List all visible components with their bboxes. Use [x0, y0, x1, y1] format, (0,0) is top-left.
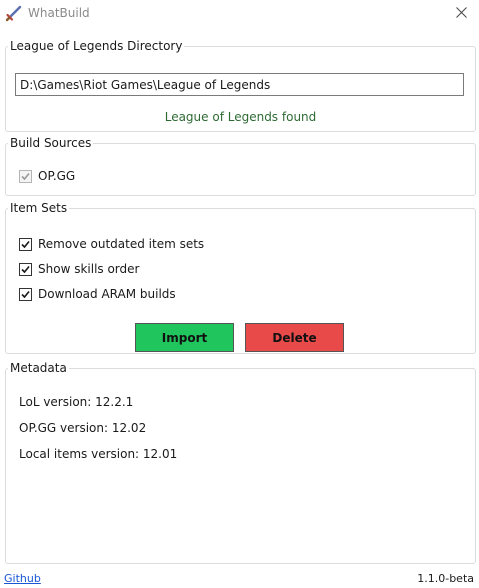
metadata-legend: Metadata [10, 361, 67, 375]
opgg-source-label: OP.GG [38, 169, 76, 183]
build-sources-legend: Build Sources [10, 136, 92, 150]
check-icon [21, 240, 30, 248]
close-icon [456, 7, 467, 18]
local-items-version-text: Local items version: 12.01 [19, 447, 178, 461]
show-skills-order-label: Show skills order [38, 262, 140, 276]
download-aram-checkbox[interactable]: Download ARAM builds [19, 286, 176, 302]
import-button[interactable]: Import [135, 323, 234, 352]
window-title: WhatBuild [28, 6, 90, 20]
directory-legend: League of Legends Directory [10, 39, 183, 53]
github-link[interactable]: Github [4, 572, 41, 585]
app-version: 1.1.0-beta [417, 572, 474, 585]
close-button[interactable] [449, 1, 475, 25]
title-bar: WhatBuild [0, 0, 479, 28]
item-sets-group: Item Sets Remove outdated item sets Show… [5, 201, 476, 354]
check-icon [21, 290, 30, 298]
remove-outdated-checkbox[interactable]: Remove outdated item sets [19, 236, 204, 252]
directory-status: League of Legends found [164, 110, 317, 124]
checkbox-box [19, 237, 32, 251]
build-sources-group: Build Sources OP.GG [5, 136, 476, 196]
check-icon [21, 265, 30, 273]
opgg-version-text: OP.GG version: 12.02 [19, 421, 147, 435]
item-sets-legend: Item Sets [10, 201, 68, 215]
directory-path-input[interactable] [15, 73, 464, 96]
delete-button[interactable]: Delete [245, 323, 344, 352]
check-icon [21, 172, 30, 180]
download-aram-label: Download ARAM builds [38, 287, 176, 301]
sword-icon [5, 5, 22, 22]
lol-version-text: LoL version: 12.2.1 [19, 395, 134, 409]
opgg-source-checkbox[interactable]: OP.GG [19, 168, 75, 184]
show-skills-order-checkbox[interactable]: Show skills order [19, 261, 139, 277]
checkbox-box [19, 169, 32, 183]
metadata-group: Metadata LoL version: 12.2.1 OP.GG versi… [5, 361, 476, 564]
remove-outdated-label: Remove outdated item sets [38, 237, 205, 251]
directory-group: League of Legends Directory League of Le… [5, 39, 476, 132]
checkbox-box [19, 287, 32, 301]
checkbox-box [19, 262, 32, 276]
